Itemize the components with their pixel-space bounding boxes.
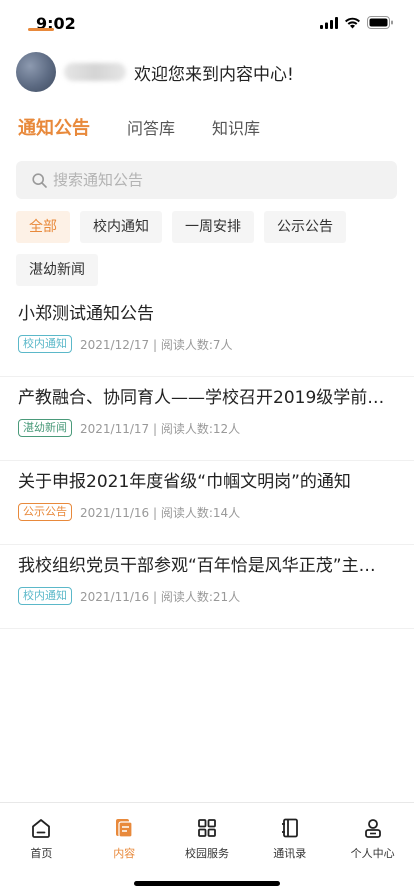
status-icons	[320, 16, 394, 29]
grid-icon	[198, 819, 216, 837]
home-icon	[32, 819, 51, 838]
search-icon	[32, 172, 47, 188]
tabbar-label: 通讯录	[273, 847, 307, 860]
category-filters: 全部 校内通知 一周安排 公示公告 湛幼新闻	[16, 211, 406, 297]
status-bar: 9:02	[0, 0, 414, 48]
welcome-text: 欢迎您来到内容中心!	[134, 64, 294, 85]
tabbar-label: 校园服务	[184, 847, 229, 860]
filter-weekly-schedule[interactable]: 一周安排	[172, 211, 254, 243]
filter-public-announcement[interactable]: 公示公告	[264, 211, 346, 243]
notice-meta: 校内通知 2021/11/16 | 阅读人数:21人	[18, 587, 398, 605]
signal-icon	[320, 16, 338, 29]
tabbar-home[interactable]: 首页	[0, 803, 83, 896]
wifi-icon	[345, 17, 360, 28]
active-tab-indicator	[28, 28, 54, 31]
user-name-redacted	[64, 63, 126, 81]
category-tag: 校内通知	[18, 335, 72, 353]
contacts-icon	[281, 818, 298, 838]
notice-title: 我校组织党员干部参观“百年恰是风华正茂”主…	[18, 556, 376, 576]
notice-title: 小郑测试通知公告	[18, 304, 154, 324]
notice-title: 关于申报2021年度省级“巾帼文明岗”的通知	[18, 472, 351, 492]
notice-date-readers: 2021/12/17 | 阅读人数:7人	[80, 337, 233, 352]
avatar[interactable]	[16, 52, 56, 92]
notice-date-readers: 2021/11/17 | 阅读人数:12人	[80, 421, 241, 436]
notice-title: 产教融合、协同育人——学校召开2019级学前…	[18, 388, 385, 408]
search-input[interactable]	[53, 171, 353, 189]
category-tag: 校内通知	[18, 587, 72, 605]
category-tag: 公示公告	[18, 503, 72, 521]
tab-qa[interactable]: 问答库	[127, 118, 175, 140]
list-item[interactable]: 产教融合、协同育人——学校召开2019级学前… 湛幼新闻 2021/11/17 …	[0, 377, 414, 461]
filter-campus-notice[interactable]: 校内通知	[80, 211, 162, 243]
list-item[interactable]: 我校组织党员干部参观“百年恰是风华正茂”主… 校内通知 2021/11/16 |…	[0, 545, 414, 629]
tabbar-profile[interactable]: 个人中心	[331, 803, 414, 896]
list-item[interactable]: 小郑测试通知公告 校内通知 2021/12/17 | 阅读人数:7人	[0, 293, 414, 377]
tabbar-label: 内容	[113, 847, 136, 860]
notice-meta: 校内通知 2021/12/17 | 阅读人数:7人	[18, 335, 398, 353]
notice-meta: 湛幼新闻 2021/11/17 | 阅读人数:12人	[18, 419, 398, 437]
content-icon	[116, 819, 133, 838]
home-indicator	[134, 881, 280, 886]
notice-list: 小郑测试通知公告 校内通知 2021/12/17 | 阅读人数:7人 产教融合、…	[0, 293, 414, 629]
search-bar[interactable]	[16, 161, 397, 199]
filter-all[interactable]: 全部	[16, 211, 70, 243]
tab-notices[interactable]: 通知公告	[18, 118, 90, 140]
filter-school-news[interactable]: 湛幼新闻	[16, 254, 98, 286]
notice-meta: 公示公告 2021/11/16 | 阅读人数:14人	[18, 503, 398, 521]
notice-date-readers: 2021/11/16 | 阅读人数:21人	[80, 589, 241, 604]
tabbar-label: 个人中心	[350, 847, 395, 860]
category-tag: 湛幼新闻	[18, 419, 72, 437]
welcome-header: 欢迎您来到内容中心!	[16, 52, 398, 92]
tabbar-label: 首页	[30, 847, 53, 860]
content-tabs: 通知公告 问答库 知识库	[18, 118, 297, 152]
tab-knowledge[interactable]: 知识库	[212, 118, 260, 140]
profile-icon	[364, 819, 381, 838]
list-item[interactable]: 关于申报2021年度省级“巾帼文明岗”的通知 公示公告 2021/11/16 |…	[0, 461, 414, 545]
notice-date-readers: 2021/11/16 | 阅读人数:14人	[80, 505, 241, 520]
battery-icon	[367, 16, 393, 29]
